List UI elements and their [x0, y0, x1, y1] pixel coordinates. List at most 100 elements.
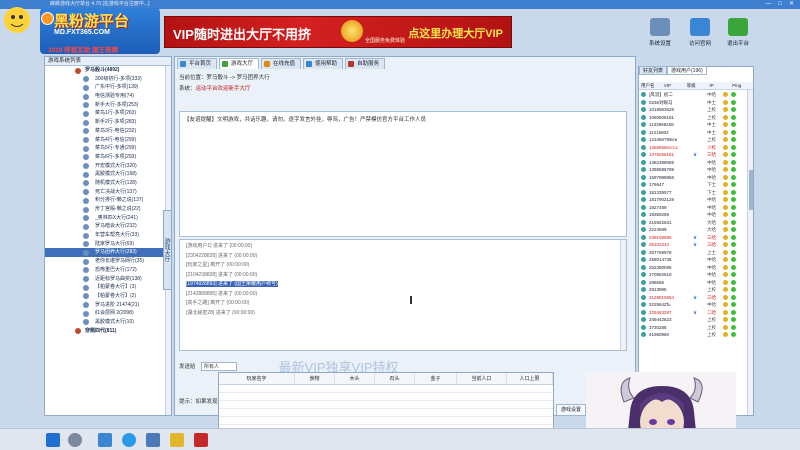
tree-item[interactable]: 广东中行-多项(139) [45, 83, 171, 92]
mail-icon[interactable] [98, 433, 112, 447]
user-row[interactable]: 270952519 中哈 [639, 271, 749, 279]
user-row[interactable]: 41960960 上校 [639, 331, 749, 339]
platform-logo[interactable]: 黑粉游平台 MD.FXT365.COM 2019 呼我互助 国王奇牌 [40, 8, 160, 54]
user-row[interactable]: 1366956ecccc 少校 [639, 144, 749, 152]
tree-item[interactable]: 【帕蒙卷大行】(2) [45, 292, 171, 301]
minimize-button[interactable]: — [765, 0, 771, 9]
tree-item[interactable]: 罗马团养大行(283) [45, 248, 171, 258]
user-row[interactable]: 1382398085 中哈 [639, 159, 749, 167]
task-view-icon[interactable] [146, 433, 160, 447]
tree-item[interactable]: 【帕蒙卷大行】(3) [45, 283, 171, 292]
tree-item[interactable]: 罗马暗会大行(232) [45, 222, 171, 231]
tree-item[interactable]: 黑胶模式大行(10) [45, 318, 171, 327]
col-username[interactable]: 用户名 [639, 82, 662, 89]
user-row[interactable]: 286666 中哈 [639, 279, 749, 287]
user-row[interactable]: 25102342 ♛ 三哈 [639, 241, 749, 249]
resource-col-header[interactable]: 人口上限 [507, 373, 553, 384]
resource-col-header[interactable]: 食物 [295, 373, 335, 384]
user-row[interactable]: 2813995 上校 [639, 286, 749, 294]
tree-item[interactable]: 菜鸟6行-多项(293) [45, 153, 171, 162]
tree-item[interactable]: 陆家罗马大行(69) [45, 240, 171, 249]
user-row[interactable]: 239108695 ♛ 三哈 [639, 234, 749, 242]
tab-0[interactable]: 平台首页 [177, 58, 218, 69]
user-row[interactable]: 1396586789 中哈 [639, 166, 749, 174]
vip-banner[interactable]: VIP随时进出大厅不用挤 全国服务免费体验 点这里办理大厅VIP [164, 16, 512, 48]
tree-item[interactable]: 罗马骰斗(4892) [45, 66, 171, 75]
col-vip[interactable]: VIP [662, 82, 685, 89]
search-icon[interactable] [68, 433, 82, 447]
tree-item[interactable]: 罗马进阶 21474(21) [45, 301, 171, 310]
tree-item[interactable]: 卅丁宫殿-懒之说(22) [45, 205, 171, 214]
tree-item[interactable]: 恐怖重巴大行(172) [45, 266, 171, 275]
tree-item[interactable]: 积分排行-懒之说(137) [45, 196, 171, 205]
user-row[interactable]: 176647 下士 [639, 181, 749, 189]
user-row[interactable]: 181339577 下士 [639, 189, 749, 197]
resource-col-header[interactable]: 当前人口 [457, 373, 507, 384]
tree-item[interactable]: 菜鸟4行-电信(299) [45, 136, 171, 145]
user-row[interactable]: 215922631 大哈 [639, 219, 749, 227]
chat-log[interactable]: [游戏用户1] 进来了 (00:00:00) [2304228828] 进来了 (… [179, 239, 627, 351]
user-row[interactable]: 262390095 中哈 [639, 264, 749, 272]
resource-col-header[interactable]: 玩家名字 [219, 373, 295, 384]
tree-item[interactable]: 黑胶模式大行(168) [45, 170, 171, 179]
tree-item[interactable]: 电信测验专用(74) [45, 92, 171, 101]
user-row[interactable]: 1827489 中哈 [639, 204, 749, 212]
user-row[interactable]: 0236对眼马 中士 [639, 99, 749, 107]
user-row[interactable]: 1379256181 ♛ 三哈 [639, 151, 749, 159]
col-level[interactable]: 等级 [685, 82, 708, 89]
user-list-scrollbar[interactable] [747, 90, 753, 415]
game-hall-side-tab[interactable]: 游戏大厅 [163, 210, 172, 290]
game-icon[interactable] [194, 433, 208, 447]
user-row[interactable]: 19369289 中哈 [639, 211, 749, 219]
chat-scrollbar[interactable] [620, 240, 626, 350]
user-row[interactable]: 123456789ice 上校 [639, 136, 749, 144]
user-row[interactable]: [风流】初二 中哈 [639, 91, 749, 99]
tab-4[interactable]: 自助服务 [345, 58, 386, 69]
exit-platform-button[interactable]: 退出平台 [721, 18, 755, 52]
tab-game-users[interactable]: 游戏用户(196) [667, 66, 707, 75]
tree-item[interactable]: 菜鸟1行-多项(263) [45, 109, 171, 118]
user-row[interactable]: 1060508181 上校 [639, 114, 749, 122]
user-row[interactable]: 1133969256 中士 [639, 121, 749, 129]
system-settings-button[interactable]: 系统设置 [643, 18, 677, 52]
user-row[interactable]: 322564Zfu 中哈 [639, 301, 749, 309]
tree-item[interactable]: 穿题四代(811) [45, 327, 171, 336]
user-row[interactable]: 325463287 ♛ 二哈 [639, 309, 749, 317]
col-ping[interactable]: Ping [730, 82, 753, 89]
user-row[interactable]: 1817902128 中哈 [639, 196, 749, 204]
folder-icon[interactable] [170, 433, 184, 447]
user-row[interactable]: 3730288 上校 [639, 324, 749, 332]
visit-website-button[interactable]: 访问官网 [683, 18, 717, 52]
tree-item[interactable]: 随机模式大行(128) [45, 179, 171, 188]
maximize-button[interactable]: □ [778, 0, 782, 9]
game-settings-button[interactable]: 游戏设置 [556, 404, 586, 416]
tab-1[interactable]: 游戏大厅 [219, 58, 260, 69]
tab-2[interactable]: 在线充值 [261, 58, 302, 69]
user-row[interactable]: 1597999866 中哈 [639, 174, 749, 182]
user-row[interactable]: 11215902 中士 [639, 129, 749, 137]
tree-item[interactable]: 新手大行-多项(253) [45, 101, 171, 110]
resource-col-header[interactable]: 石头 [375, 373, 415, 384]
browser-icon[interactable] [122, 433, 136, 447]
close-button[interactable]: ✕ [789, 0, 794, 9]
tree-item[interactable]: 菜鸟5行-专通(299) [45, 144, 171, 153]
game-tree[interactable]: 罗马骰斗(4892) 300级初行-多项(333) 广东中行-多项(139) 电信测验… [45, 66, 171, 335]
tree-item[interactable]: 老你长堪罗马网行(35) [45, 257, 171, 266]
col-ip[interactable]: IP [707, 82, 730, 89]
tree-item[interactable]: 300级初行-多项(333) [45, 75, 171, 84]
tab-friends[interactable]: 好友列表 [639, 66, 668, 75]
resource-col-header[interactable]: 金子 [415, 373, 457, 384]
tree-item[interactable]: _奥林匹X大行(241) [45, 214, 171, 223]
resource-col-header[interactable]: 木头 [335, 373, 375, 384]
tree-item[interactable]: 年营车帮亮大行(33) [45, 231, 171, 240]
tree-item[interactable]: 开宏模式大行(320) [45, 162, 171, 171]
windows-start-icon[interactable] [46, 433, 60, 447]
send-target-select[interactable]: 所有人 [201, 362, 238, 371]
tree-item[interactable]: 菜鸟3行-电信(232) [45, 127, 171, 136]
user-row[interactable]: 3129810654 ♛ 三哈 [639, 294, 749, 302]
user-row[interactable]: 349442823 上校 [639, 316, 749, 324]
user-row[interactable]: 2224599 大哈 [639, 226, 749, 234]
tree-item[interactable]: 近距标罗马曲奖(138) [45, 275, 171, 284]
tree-item[interactable]: 死亡决战大行(137) [45, 188, 171, 197]
tree-item[interactable]: 新手2行-多项(283) [45, 118, 171, 127]
